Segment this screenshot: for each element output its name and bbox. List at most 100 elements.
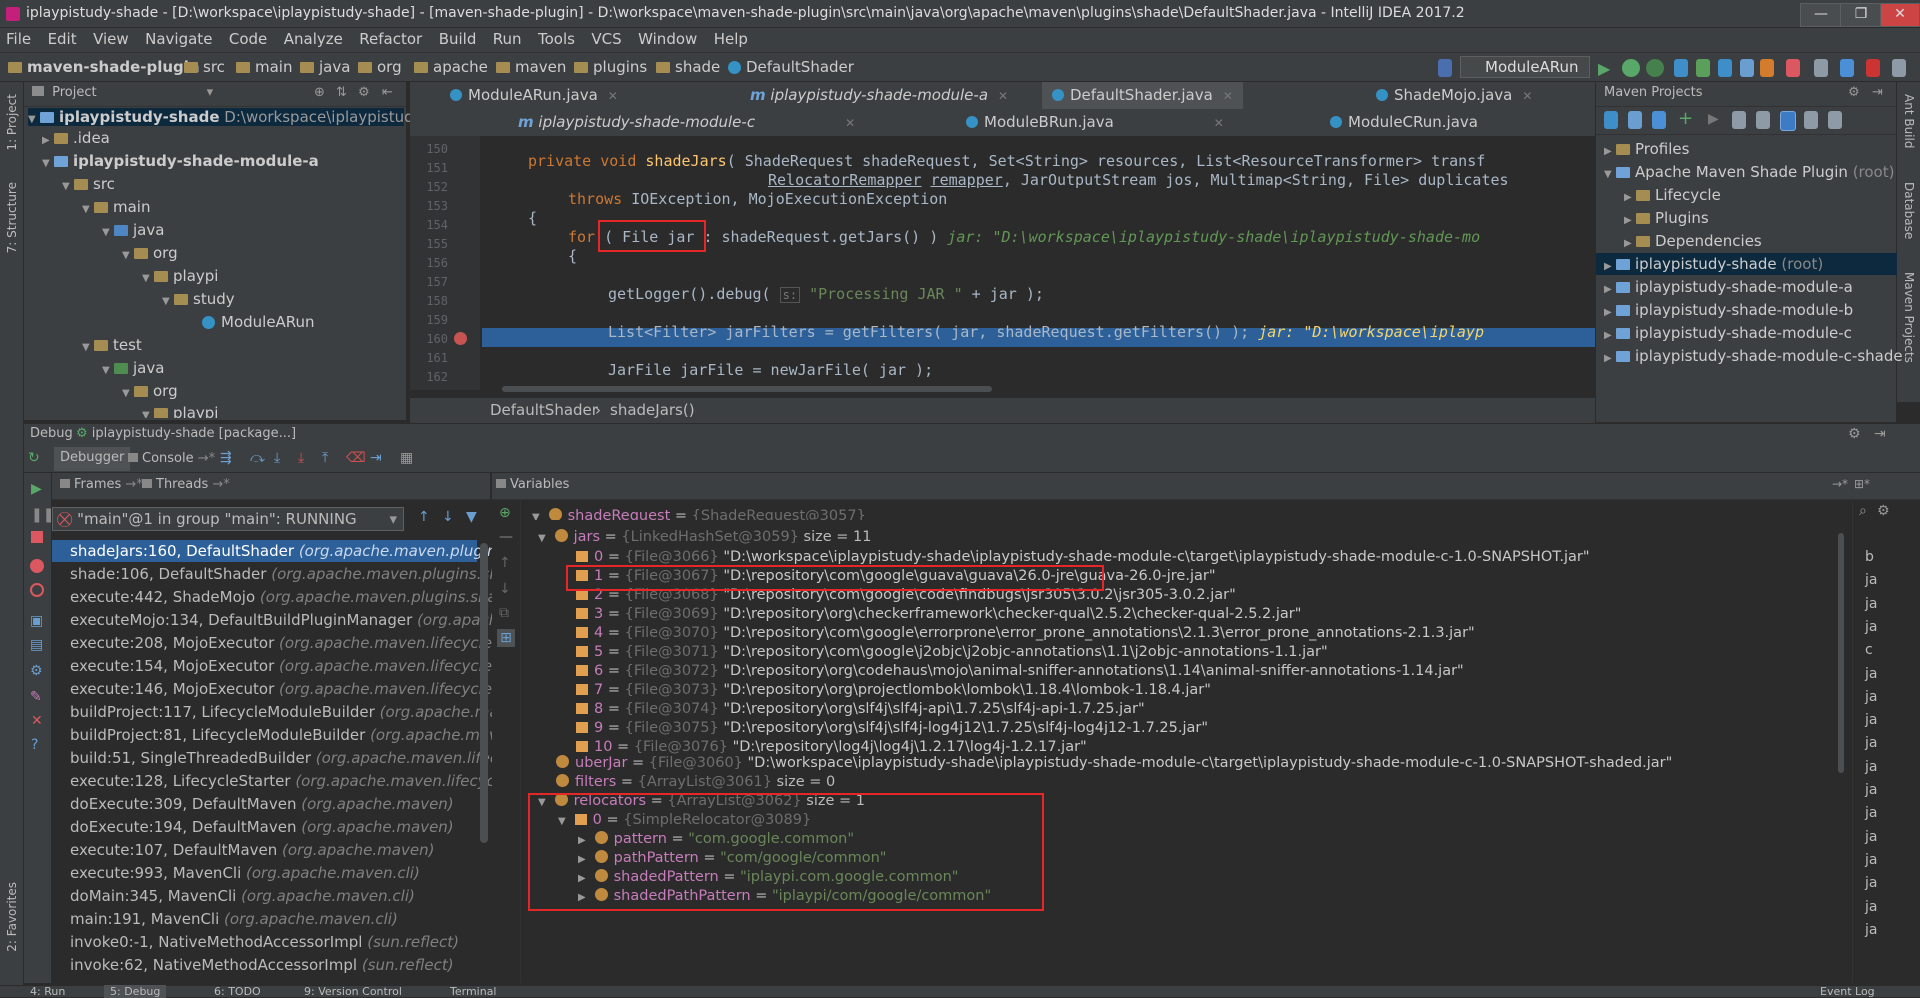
expand-arrow-icon[interactable]: ▶ xyxy=(1604,146,1616,157)
watch-item[interactable]: ja xyxy=(1865,712,1877,728)
var-jars[interactable]: ▼ jars = {LinkedHashSet@3059} size = 11 xyxy=(538,529,871,545)
vcs-history-icon[interactable] xyxy=(1740,59,1754,77)
toggle-offline-icon[interactable] xyxy=(1732,111,1746,129)
code-line-158[interactable]: getLogger().debug( s: "Processing JAR " … xyxy=(608,285,1044,303)
revert-icon[interactable] xyxy=(1760,59,1774,77)
run-to-cursor-icon[interactable]: ⇥ xyxy=(370,450,382,466)
jar-entry[interactable]: 6 = {File@3072} "D:\repository\org\codeh… xyxy=(576,663,1464,679)
download-icon[interactable] xyxy=(1652,111,1666,129)
sdk-icon[interactable] xyxy=(1840,59,1854,77)
collapse-all-icon[interactable]: ⇅ xyxy=(336,82,347,104)
collapse-arrow-icon[interactable]: ▼ xyxy=(142,410,154,418)
maven-projects-tool-tab[interactable]: Maven Projects xyxy=(1902,272,1916,363)
plugin-icon[interactable] xyxy=(1866,59,1880,77)
project-structure-icon[interactable] xyxy=(1814,59,1828,77)
show-dependencies-icon[interactable] xyxy=(1780,111,1796,131)
stack-frame[interactable]: doExecute:309, DefaultMaven (org.apache.… xyxy=(70,795,454,813)
code-line-160[interactable]: List<Filter> jarFilters = getFilters( ja… xyxy=(608,323,1484,341)
tab-threads[interactable]: Threads →* xyxy=(142,477,230,492)
tab-modulebrun[interactable]: ModuleBRun.java ✕ xyxy=(966,113,1224,131)
close-tab-icon[interactable]: ✕ xyxy=(845,116,855,130)
close-icon[interactable]: ✕ xyxy=(31,713,43,729)
get-thread-dump-icon[interactable]: ▣ xyxy=(30,613,43,629)
tree-item-main[interactable]: ▼ main xyxy=(82,198,150,216)
breadcrumb-shade[interactable]: shade xyxy=(656,58,720,76)
hide-panel-icon[interactable]: ⇥ xyxy=(1872,82,1883,104)
expand-arrow-icon[interactable]: ▶ xyxy=(42,135,54,146)
vcs-compare-icon[interactable] xyxy=(1718,59,1732,77)
tree-item-idea[interactable]: ▶ .idea xyxy=(42,129,110,147)
breadcrumb-class[interactable]: DefaultShader xyxy=(728,58,854,76)
expand-arrow-icon[interactable]: ▶ xyxy=(1604,330,1616,341)
minimize-button[interactable]: — xyxy=(1800,3,1842,27)
maven-settings-icon[interactable] xyxy=(1828,111,1842,129)
menu-window[interactable]: Window xyxy=(632,28,703,50)
stack-frame[interactable]: execute:993, MavenCli (org.apache.maven.… xyxy=(70,864,420,882)
settings-gear-icon[interactable]: ⚙ xyxy=(1848,82,1860,104)
settings-gear-icon[interactable]: ⚙ xyxy=(30,663,43,679)
run-tool-tab[interactable]: 4: Run xyxy=(30,985,65,998)
generate-sources-icon[interactable] xyxy=(1628,111,1642,129)
watch-item[interactable]: ja xyxy=(1865,805,1877,821)
show-execution-point-icon[interactable]: ⇶ xyxy=(220,450,232,466)
var-uberjar[interactable]: uberJar = {File@3060} "D:\workspace\ipla… xyxy=(556,755,1672,771)
close-button[interactable]: ✕ xyxy=(1880,3,1920,27)
watch-item[interactable]: c xyxy=(1865,642,1873,658)
collapse-all-icon[interactable] xyxy=(1804,111,1818,129)
maven-item-module-b[interactable]: ▶ iplaypistudy-shade-module-b xyxy=(1604,301,1853,319)
stop-icon[interactable] xyxy=(31,531,43,543)
run-config-select[interactable]: ModuleARun ▾ xyxy=(1460,56,1590,96)
watch-item[interactable]: b xyxy=(1865,549,1874,565)
watch-item[interactable]: ja xyxy=(1865,922,1877,938)
tree-item-modulearun[interactable]: ModuleARun xyxy=(202,313,315,331)
stack-frame[interactable]: main:191, MavenCli (org.apache.maven.cli… xyxy=(70,910,398,928)
jar-entry[interactable]: 9 = {File@3075} "D:\repository\org\slf4j… xyxy=(576,720,1208,736)
previous-frame-icon[interactable]: ↑ xyxy=(418,509,430,525)
watch-item[interactable]: ja xyxy=(1865,759,1877,775)
var-shaderequest[interactable]: ▼ shadeRequest = {ShadeRequest@3057} xyxy=(532,508,866,520)
expand-arrow-icon[interactable]: ▶ xyxy=(1624,238,1636,249)
menu-analyze[interactable]: Analyze xyxy=(278,28,349,50)
todo-tool-tab[interactable]: 6: TODO xyxy=(214,985,261,998)
tree-root[interactable]: ▼ iplaypistudy-shade D:\workspace\iplaypi… xyxy=(28,108,454,126)
jar-entry[interactable]: 10 = {File@3076} "D:\repository\log4j\lo… xyxy=(576,739,1087,755)
stop-icon[interactable] xyxy=(1786,59,1800,77)
stack-frame[interactable]: shade:106, DefaultShader (org.apache.mav… xyxy=(70,565,533,583)
maven-item-module-c-shade[interactable]: ▶ iplaypistudy-shade-module-c-shade xyxy=(1604,347,1903,365)
close-tab-icon[interactable]: ✕ xyxy=(1214,116,1224,130)
tree-item-playpi[interactable]: ▼ playpi xyxy=(142,267,218,285)
help-icon[interactable]: ? xyxy=(31,737,38,753)
stack-frame[interactable]: invoke:62, NativeMethodAccessorImpl (sun… xyxy=(70,956,454,974)
close-tab-icon[interactable]: ✕ xyxy=(1223,89,1233,103)
stack-frame[interactable]: execute:107, DefaultMaven (org.apache.ma… xyxy=(70,841,434,859)
breadcrumb-src[interactable]: src xyxy=(184,58,225,76)
menu-navigate[interactable]: Navigate xyxy=(139,28,218,50)
code-line-154[interactable]: { xyxy=(528,209,537,227)
show-watches-icon[interactable]: ⊞ xyxy=(497,629,515,647)
breadcrumb-class[interactable]: DefaultShader xyxy=(490,401,598,419)
breadcrumb-main[interactable]: main xyxy=(236,58,292,76)
expand-arrow-icon[interactable]: ▶ xyxy=(1604,284,1616,295)
menu-refactor[interactable]: Refactor xyxy=(353,28,428,50)
frames-scrollbar[interactable] xyxy=(480,543,488,843)
menu-code[interactable]: Code xyxy=(223,28,273,50)
build-icon[interactable] xyxy=(1438,59,1452,77)
stack-frame[interactable]: execute:442, ShadeMojo (org.apache.maven… xyxy=(70,588,544,606)
hide-panel-icon[interactable]: ⇤ xyxy=(382,82,393,104)
step-over-icon[interactable]: ⤼ xyxy=(250,450,265,466)
search-everywhere-icon[interactable] xyxy=(1892,59,1906,77)
maven-item-lifecycle[interactable]: ▶ Lifecycle xyxy=(1624,186,1721,204)
stack-frame[interactable]: shadeJars:160, DefaultShader (org.apache… xyxy=(70,542,545,560)
code-line-152[interactable]: RelocatorRemapper remapper, JarOutputStr… xyxy=(768,171,1509,189)
var-filters[interactable]: filters = {ArrayList@3061} size = 0 xyxy=(556,774,835,790)
settings-gear-icon[interactable]: ⚙ xyxy=(1848,426,1861,442)
restore-layout-icon[interactable]: ▤ xyxy=(30,637,43,653)
pin-tab-icon[interactable]: →* xyxy=(1832,477,1848,491)
move-down-icon[interactable]: ↓ xyxy=(499,581,511,597)
expand-arrow-icon[interactable]: ▶ xyxy=(1624,192,1636,203)
tree-item-test-org[interactable]: ▼ org xyxy=(122,382,178,400)
copy-watch-icon[interactable]: ⧉ xyxy=(499,605,509,621)
tree-item-org[interactable]: ▼ org xyxy=(122,244,178,262)
coverage-icon[interactable] xyxy=(1646,59,1664,77)
move-up-icon[interactable]: ↑ xyxy=(499,555,511,571)
